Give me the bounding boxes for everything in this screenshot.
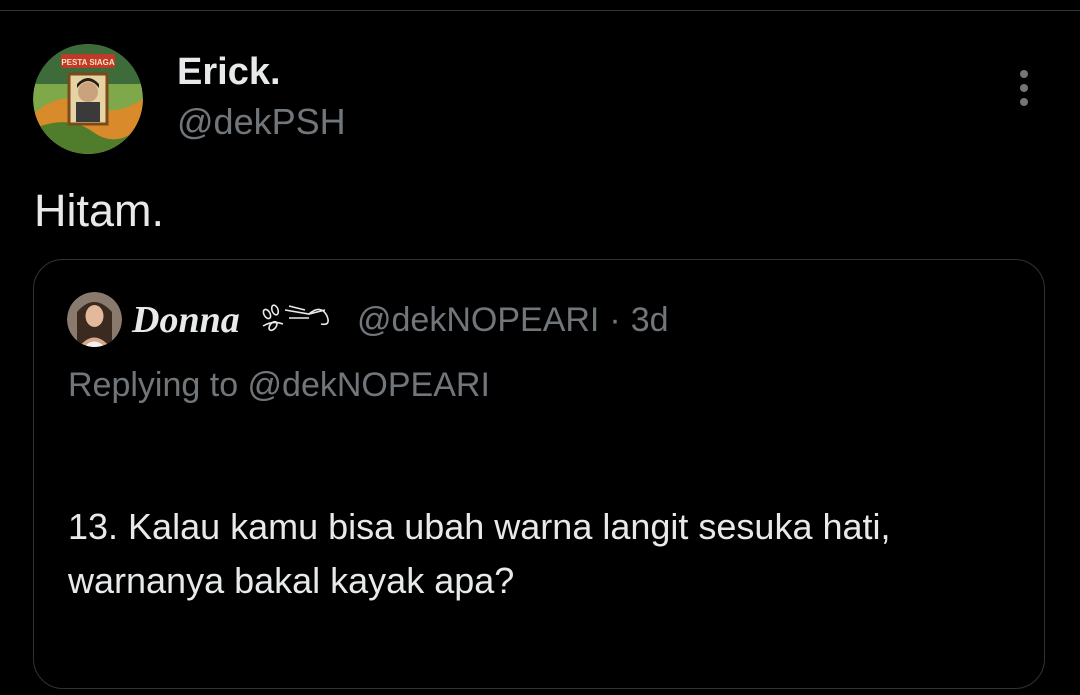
more-options-button[interactable]	[1004, 66, 1044, 110]
author-display-name[interactable]: Erick.	[177, 50, 281, 94]
meta-separator: ·	[609, 301, 621, 339]
author-avatar[interactable]: PESTA SIAGA	[33, 44, 143, 154]
avatar-badge-text: PESTA SIAGA	[61, 58, 115, 67]
top-divider	[0, 10, 1080, 11]
quoted-author-handle[interactable]: @dekNOPEARI	[357, 301, 599, 339]
quoted-avatar-image	[67, 292, 122, 347]
quoted-tweet-time[interactable]: 3d	[631, 301, 669, 339]
quoted-tweet-text: 13. Kalau kamu bisa ubah warna langit se…	[68, 506, 891, 601]
quoted-author-display-name[interactable]: Donna	[132, 298, 240, 342]
tweet-text: Hitam.	[34, 185, 165, 236]
quoted-tweet-card[interactable]: Donna @dekNOPEARI · 3d Replying to @dekNOP…	[33, 259, 1045, 689]
flower-sprig-icon	[262, 304, 329, 332]
author-handle[interactable]: @dekPSH	[177, 100, 346, 144]
quoted-author-avatar[interactable]	[67, 292, 122, 347]
more-vertical-icon	[1020, 70, 1028, 106]
replying-to-label: Replying to @dekNOPEARI	[68, 366, 490, 404]
avatar-image: PESTA SIAGA	[33, 44, 143, 154]
quoted-author-meta: @dekNOPEARI · 3d	[357, 298, 669, 342]
